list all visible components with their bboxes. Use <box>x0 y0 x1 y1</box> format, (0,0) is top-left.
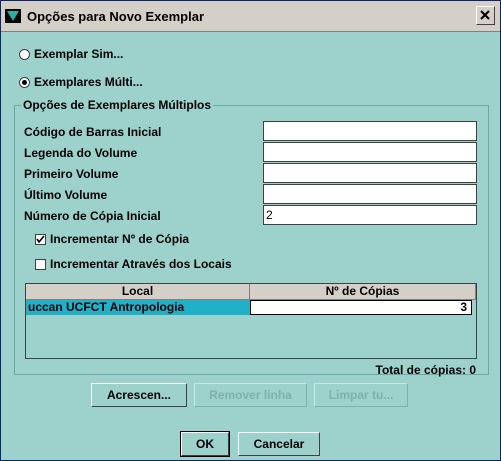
locations-table: Local Nº de Cópias uccan UCFCT Antropolo… <box>25 283 477 359</box>
close-icon <box>480 10 490 20</box>
increment-locations-label: Incrementar Através dos Locais <box>50 257 232 271</box>
checkbox-unchecked[interactable] <box>35 258 46 270</box>
cancel-button[interactable]: Cancelar <box>238 432 320 456</box>
group-title: Opções de Exemplares Múltiplos <box>21 98 214 112</box>
increment-copy-checkbox-row[interactable]: Incrementar Nº de Cópia <box>35 232 189 246</box>
window-title: Opções para Novo Exemplar <box>27 9 205 24</box>
remove-line-button[interactable]: Remover linha <box>194 383 307 407</box>
checkbox-checked[interactable] <box>35 233 46 245</box>
barcode-input[interactable] <box>263 121 477 141</box>
radio-single-label: Exemplar Sim... <box>34 47 124 61</box>
volume-caption-label: Legenda do Volume <box>24 146 138 160</box>
initial-copy-number-input[interactable]: 2 <box>263 205 477 225</box>
table-row-copies-input[interactable]: 3 <box>250 300 472 315</box>
column-header-local[interactable]: Local <box>26 284 250 300</box>
add-button[interactable]: Acrescen... <box>91 383 187 407</box>
initial-copy-number-label: Número de Cópia Inicial <box>24 209 161 223</box>
column-header-copies[interactable]: Nº de Cópias <box>250 284 476 300</box>
first-volume-input[interactable] <box>263 163 477 183</box>
title-bar[interactable]: Opções para Novo Exemplar <box>1 1 500 32</box>
radio-button-selected[interactable] <box>19 76 30 88</box>
radio-multiple-copies[interactable]: Exemplares Múlti... <box>19 75 143 89</box>
close-button[interactable] <box>476 6 495 25</box>
checkmark-icon <box>36 234 45 243</box>
table-row-local[interactable]: uccan UCFCT Antropologia <box>26 300 250 315</box>
app-logo-icon <box>5 9 21 23</box>
radio-single-copy[interactable]: Exemplar Sim... <box>19 47 123 61</box>
last-volume-input[interactable] <box>263 184 477 204</box>
total-copies-text: Total de cópias: 0 <box>375 363 476 377</box>
barcode-label: Código de Barras Inicial <box>24 125 162 139</box>
radio-button[interactable] <box>19 48 30 60</box>
dialog-window: Opções para Novo Exemplar Exemplar Sim..… <box>0 0 501 461</box>
last-volume-label: Último Volume <box>24 188 108 202</box>
clear-all-button[interactable]: Limpar tu... <box>314 383 408 407</box>
volume-caption-input[interactable] <box>263 142 477 162</box>
radio-multiple-label: Exemplares Múlti... <box>34 75 143 89</box>
ok-button[interactable]: OK <box>180 431 230 457</box>
first-volume-label: Primeiro Volume <box>24 167 119 181</box>
increment-locations-checkbox-row[interactable]: Incrementar Através dos Locais <box>35 257 232 271</box>
increment-copy-label: Incrementar Nº de Cópia <box>50 232 190 246</box>
